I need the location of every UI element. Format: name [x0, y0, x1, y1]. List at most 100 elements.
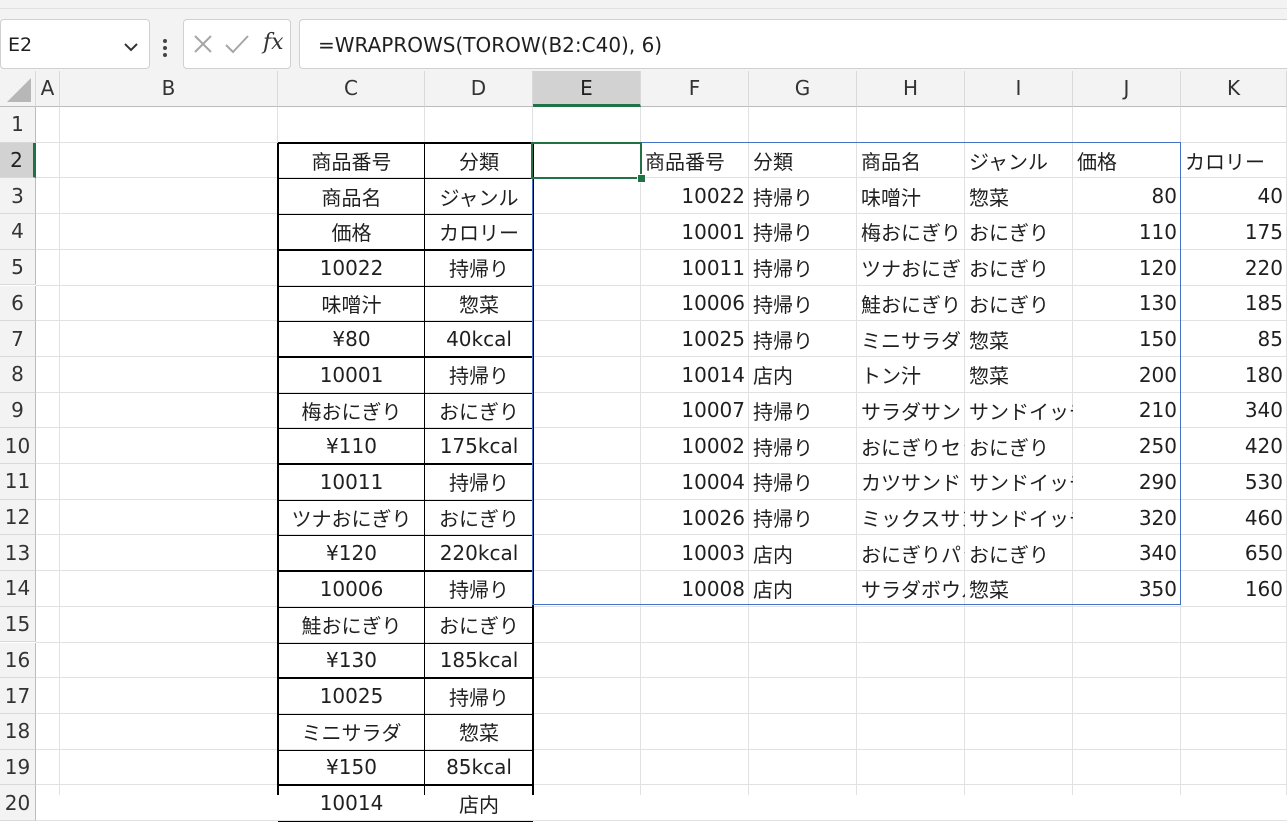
result-cell[interactable]: 460	[1181, 500, 1287, 536]
source-cell[interactable]: 10022	[278, 250, 425, 286]
source-cell[interactable]: 10014	[278, 785, 425, 821]
result-cell[interactable]: 320	[1073, 500, 1181, 536]
row-header-16[interactable]: 16	[0, 642, 36, 679]
fill-handle[interactable]	[637, 174, 646, 183]
result-cell[interactable]: 40	[1181, 178, 1287, 214]
result-cell[interactable]: 持帰り	[749, 321, 857, 357]
row-header-4[interactable]: 4	[0, 214, 36, 250]
source-cell[interactable]: 175kcal	[425, 428, 533, 464]
result-cell[interactable]: おにぎり	[965, 428, 1073, 464]
row-header-6[interactable]: 6	[0, 285, 36, 322]
source-cell[interactable]: 味噌汁	[278, 286, 425, 322]
result-cell[interactable]: おにぎり	[965, 214, 1073, 250]
result-cell[interactable]: 120	[1073, 250, 1181, 286]
row-header-17[interactable]: 17	[0, 678, 36, 714]
result-header-cell[interactable]: 商品番号	[641, 143, 749, 179]
result-cell[interactable]: サラダサンド	[857, 393, 965, 429]
source-cell[interactable]: 鮭おにぎり	[278, 607, 425, 643]
result-cell[interactable]: おにぎり	[965, 250, 1073, 286]
result-header-cell[interactable]: カロリー	[1181, 143, 1287, 179]
result-cell[interactable]: 持帰り	[749, 250, 857, 286]
result-cell[interactable]: サンドイッチ	[965, 500, 1073, 536]
source-cell[interactable]: おにぎり	[425, 393, 533, 429]
row-header-18[interactable]: 18	[0, 713, 36, 750]
row-header-3[interactable]: 3	[0, 178, 36, 215]
source-cell[interactable]: 10001	[278, 357, 425, 393]
source-cell[interactable]: 惣菜	[425, 714, 533, 750]
result-cell[interactable]: 10008	[641, 571, 749, 607]
row-header-10[interactable]: 10	[0, 428, 36, 464]
result-cell[interactable]: 惣菜	[965, 321, 1073, 357]
result-cell[interactable]: 10011	[641, 250, 749, 286]
column-header-a[interactable]: A	[36, 71, 60, 107]
result-header-cell[interactable]: ジャンル	[965, 143, 1073, 179]
result-cell[interactable]: 10003	[641, 535, 749, 571]
fx-icon[interactable]: fx	[263, 30, 284, 55]
source-cell[interactable]: ¥110	[278, 428, 425, 464]
name-box[interactable]: E2	[0, 19, 150, 69]
source-cell[interactable]: ¥120	[278, 535, 425, 571]
result-cell[interactable]: 160	[1181, 571, 1287, 607]
result-cell[interactable]: 350	[1073, 571, 1181, 607]
result-cell[interactable]: 185	[1181, 286, 1287, 322]
result-cell[interactable]: 10001	[641, 214, 749, 250]
source-cell[interactable]: 持帰り	[425, 357, 533, 393]
source-cell[interactable]: 持帰り	[425, 464, 533, 500]
result-cell[interactable]: カツサンド	[857, 464, 965, 500]
x-icon[interactable]	[192, 33, 214, 55]
result-cell[interactable]: 持帰り	[749, 178, 857, 214]
result-cell[interactable]: 650	[1181, 535, 1287, 571]
row-header-1[interactable]: 1	[0, 107, 36, 143]
result-cell[interactable]: おにぎり	[965, 535, 1073, 571]
result-header-cell[interactable]: 分類	[749, 143, 857, 179]
source-cell[interactable]: おにぎり	[425, 607, 533, 643]
result-cell[interactable]: ミニサラダ	[857, 321, 965, 357]
column-header-e[interactable]: E	[533, 71, 641, 107]
result-cell[interactable]: 10014	[641, 357, 749, 393]
result-cell[interactable]: 290	[1073, 464, 1181, 500]
result-cell[interactable]: 10002	[641, 428, 749, 464]
result-cell[interactable]: サンドイッチ	[965, 393, 1073, 429]
source-cell[interactable]: 持帰り	[425, 571, 533, 607]
row-header-19[interactable]: 19	[0, 749, 36, 786]
source-cell[interactable]: ミニサラダ	[278, 714, 425, 750]
source-cell[interactable]: 40kcal	[425, 321, 533, 357]
result-cell[interactable]: 530	[1181, 464, 1287, 500]
result-cell[interactable]: 340	[1181, 393, 1287, 429]
result-cell[interactable]: 175	[1181, 214, 1287, 250]
result-cell[interactable]: 10006	[641, 286, 749, 322]
source-cell[interactable]: 185kcal	[425, 643, 533, 679]
result-cell[interactable]: 惣菜	[965, 178, 1073, 214]
result-cell[interactable]: 180	[1181, 357, 1287, 393]
result-cell[interactable]: 鮭おにぎり	[857, 286, 965, 322]
source-cell[interactable]: 10006	[278, 571, 425, 607]
result-cell[interactable]: 持帰り	[749, 464, 857, 500]
result-header-cell[interactable]: 価格	[1073, 143, 1181, 179]
source-cell[interactable]: 惣菜	[425, 286, 533, 322]
row-header-11[interactable]: 11	[0, 464, 36, 500]
result-cell[interactable]: 持帰り	[749, 214, 857, 250]
source-cell[interactable]: 85kcal	[425, 750, 533, 786]
result-cell[interactable]: 250	[1073, 428, 1181, 464]
result-cell[interactable]: 店内	[749, 535, 857, 571]
row-header-7[interactable]: 7	[0, 321, 36, 357]
result-cell[interactable]: 店内	[749, 357, 857, 393]
source-cell[interactable]: 220kcal	[425, 535, 533, 571]
row-header-12[interactable]: 12	[0, 499, 36, 536]
result-cell[interactable]: 梅おにぎり	[857, 214, 965, 250]
column-header-b[interactable]: B	[60, 71, 278, 107]
row-header-14[interactable]: 14	[0, 571, 36, 607]
result-cell[interactable]: 店内	[749, 571, 857, 607]
source-cell[interactable]: 持帰り	[425, 250, 533, 286]
row-header-15[interactable]: 15	[0, 606, 36, 643]
result-cell[interactable]: 420	[1181, 428, 1287, 464]
source-cell[interactable]: ¥150	[278, 750, 425, 786]
source-cell[interactable]: 持帰り	[425, 678, 533, 714]
result-cell[interactable]: おにぎりパック	[857, 535, 965, 571]
source-cell[interactable]: 価格	[278, 214, 425, 250]
column-header-j[interactable]: J	[1073, 71, 1181, 107]
result-cell[interactable]: 200	[1073, 357, 1181, 393]
source-cell[interactable]: ¥130	[278, 643, 425, 679]
source-cell[interactable]: 店内	[425, 785, 533, 821]
source-cell[interactable]: ¥80	[278, 321, 425, 357]
